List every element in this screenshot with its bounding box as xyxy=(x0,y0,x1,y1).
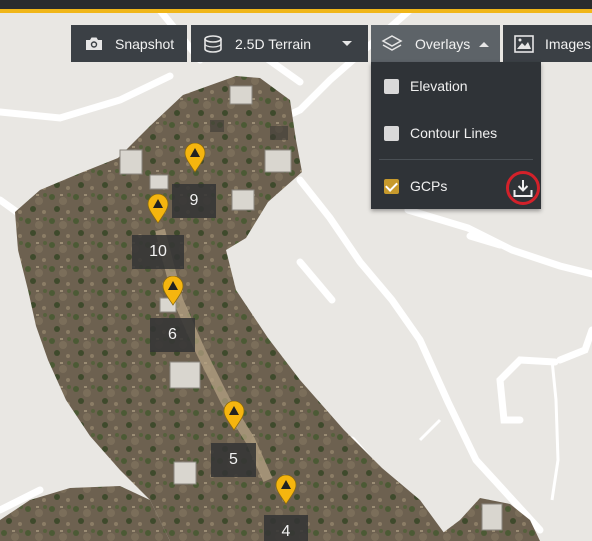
overlay-item-gcps[interactable]: GCPs xyxy=(371,168,501,204)
overlay-item-label: GCPs xyxy=(410,178,448,194)
cylinder-icon xyxy=(202,33,224,55)
elevation-checkbox[interactable] xyxy=(384,78,399,94)
menu-divider xyxy=(379,159,533,160)
gcp-label-9: 9 xyxy=(172,184,216,218)
top-header-bar xyxy=(0,0,592,13)
contour-lines-checkbox[interactable] xyxy=(384,125,399,141)
gcp-label-4: 4 xyxy=(264,515,308,541)
snapshot-label: Snapshot xyxy=(115,35,175,52)
image-icon xyxy=(513,33,535,55)
gcp-marker-5[interactable] xyxy=(223,401,245,431)
gcp-marker-6[interactable] xyxy=(162,276,184,306)
overlays-dropdown-button[interactable]: Overlays xyxy=(371,25,500,62)
download-gcps-button[interactable] xyxy=(506,171,540,205)
gcps-checkbox[interactable] xyxy=(384,178,399,194)
gcp-label-5: 5 xyxy=(211,443,256,477)
snapshot-button[interactable]: Snapshot xyxy=(71,25,187,62)
gcp-marker-9[interactable] xyxy=(184,143,206,173)
images-label: Images xyxy=(545,35,591,52)
overlays-menu: Elevation Contour Lines GCPs xyxy=(371,62,541,209)
overlay-item-label: Elevation xyxy=(410,78,468,94)
overlay-item-label: Contour Lines xyxy=(410,125,498,141)
overlays-label: Overlays xyxy=(415,35,471,52)
gcp-label-6: 6 xyxy=(150,318,195,352)
download-icon xyxy=(513,179,533,197)
layers-icon xyxy=(381,33,403,55)
gcp-marker-10[interactable] xyxy=(147,194,169,224)
overlay-item-contour-lines[interactable]: Contour Lines xyxy=(371,115,541,151)
terrain-label: 2.5D Terrain xyxy=(235,35,312,52)
gcp-marker-4[interactable] xyxy=(275,475,297,505)
camera-icon xyxy=(83,33,105,55)
images-button[interactable]: Images xyxy=(503,25,592,62)
caret-up-icon xyxy=(473,33,495,55)
caret-down-icon xyxy=(336,33,358,55)
terrain-dropdown-button[interactable]: 2.5D Terrain xyxy=(191,25,368,62)
gcp-label-10: 10 xyxy=(132,235,184,269)
overlay-item-elevation[interactable]: Elevation xyxy=(371,68,541,104)
header-accent-stripe xyxy=(0,9,592,13)
